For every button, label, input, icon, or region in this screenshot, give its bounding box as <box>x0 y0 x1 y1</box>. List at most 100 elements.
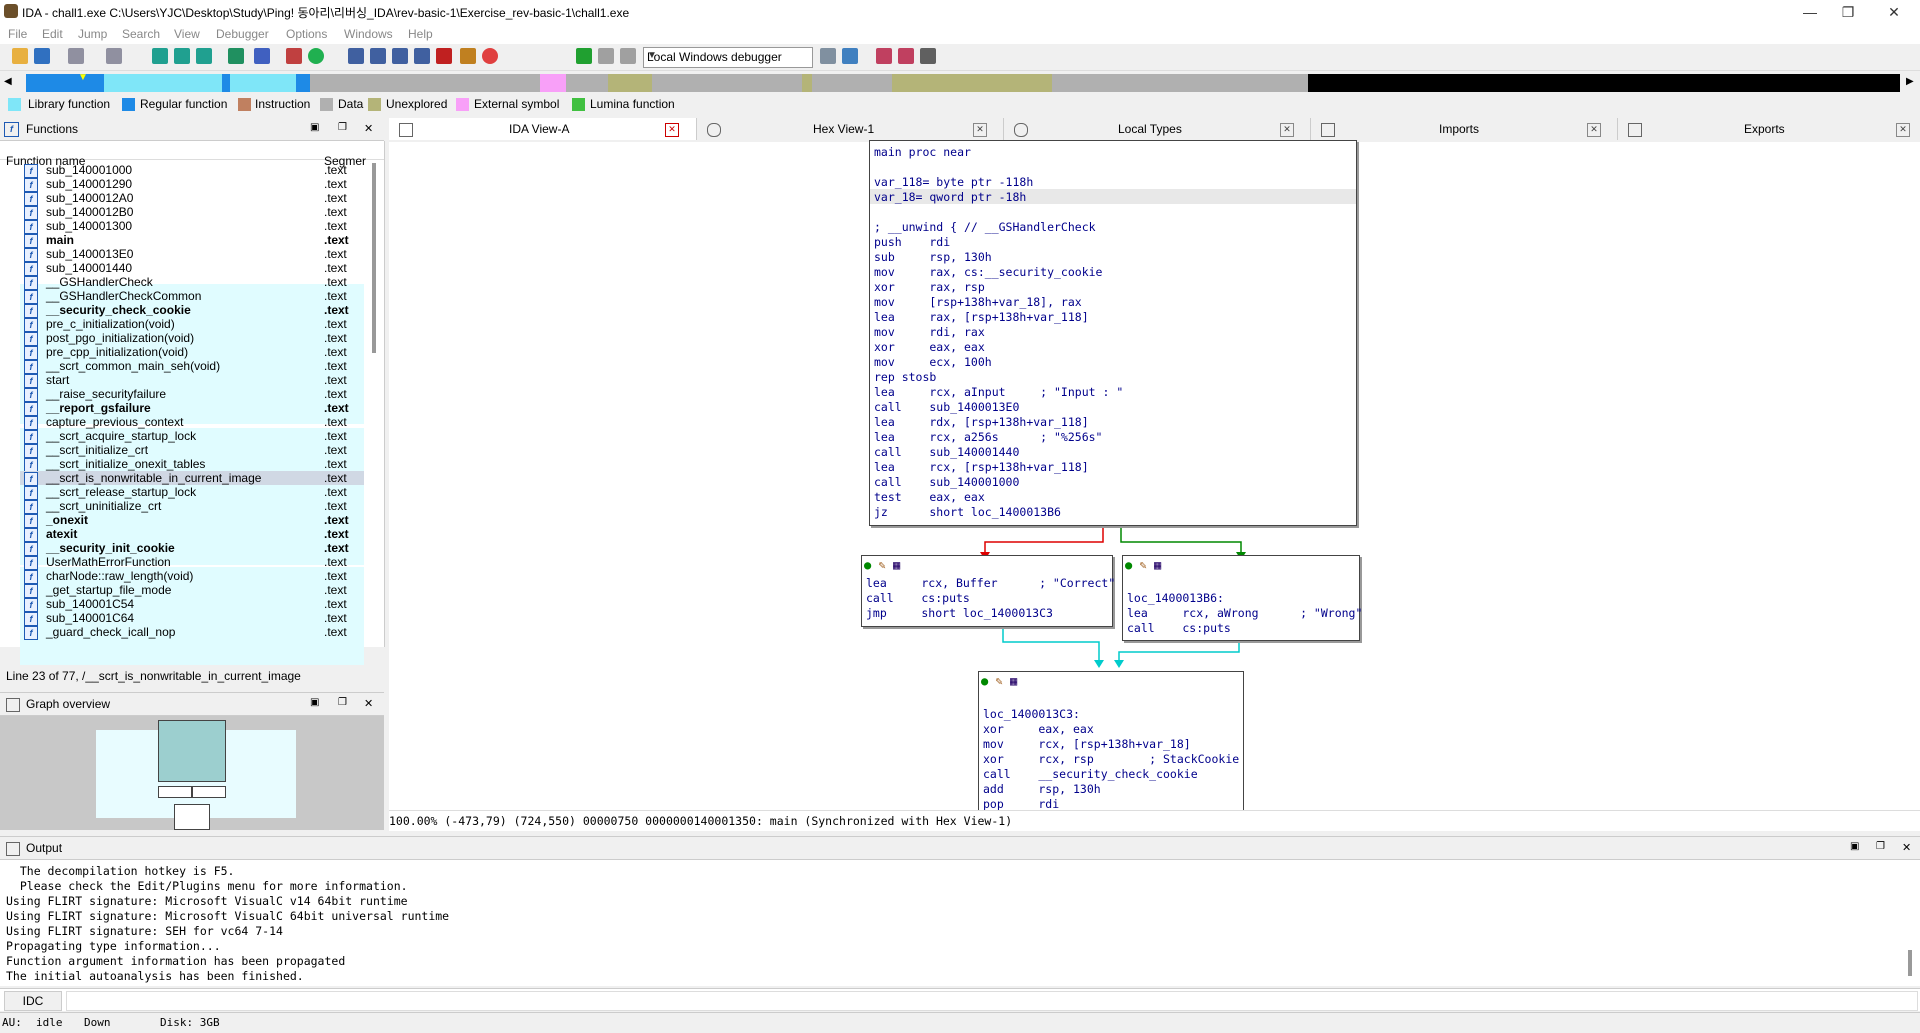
menu-edit[interactable]: Edit <box>42 27 63 41</box>
maximize-button[interactable]: ❐ <box>1826 2 1870 22</box>
function-row[interactable]: f sub_140001300 .text <box>20 219 364 234</box>
menu-help[interactable]: Help <box>408 27 433 41</box>
function-row[interactable]: f __security_init_cookie .text <box>20 541 364 556</box>
asm-line[interactable]: test eax, eax <box>874 490 985 505</box>
asm-line[interactable]: mov [rsp+138h+var_18], rax <box>874 295 1082 310</box>
text-icon[interactable] <box>254 48 270 64</box>
pause-icon[interactable] <box>598 48 614 64</box>
db-2-icon[interactable] <box>370 48 386 64</box>
asm-line[interactable]: var_118= byte ptr -118h <box>874 175 1033 190</box>
asm-line[interactable]: sub rsp, 130h <box>874 250 992 265</box>
save-icon[interactable] <box>34 48 50 64</box>
graph-node-main[interactable]: main proc near var_118= byte ptr -118h var… <box>869 140 1357 526</box>
float-icon[interactable]: ❐ <box>338 697 347 708</box>
function-row[interactable]: f main .text <box>20 233 364 248</box>
float-icon[interactable]: ❐ <box>1876 841 1885 852</box>
db-3-icon[interactable] <box>392 48 408 64</box>
menu-search[interactable]: Search <box>122 27 160 41</box>
asm-line[interactable]: rep stosb <box>874 370 936 385</box>
asm-line[interactable]: mov ecx, 100h <box>874 355 992 370</box>
tab-close-icon[interactable]: ✕ <box>1280 123 1294 137</box>
run-icon[interactable] <box>576 48 592 64</box>
stop-red-icon[interactable] <box>482 48 498 64</box>
terminate-icon[interactable] <box>620 48 636 64</box>
idc-button[interactable]: IDC <box>4 991 62 1011</box>
function-row[interactable]: f sub_1400012A0 .text <box>20 191 364 206</box>
asm-line[interactable]: loc_1400013C3: <box>983 707 1080 722</box>
asm-line[interactable]: xor rax, rsp <box>874 280 985 295</box>
function-row[interactable]: f __scrt_common_main_seh(void) .text <box>20 359 364 374</box>
function-row[interactable]: f sub_140001C54 .text <box>20 597 364 612</box>
graph-node-wrong[interactable]: ● ✎ ▦ loc_1400013B6: lea rcx, aWrong ; "W… <box>1122 555 1362 641</box>
db-4-icon[interactable] <box>414 48 430 64</box>
asm-line[interactable]: jmp short loc_1400013C3 <box>866 606 1053 621</box>
asm-line[interactable]: mov rax, cs:__security_cookie <box>874 265 1102 280</box>
function-row[interactable]: f charNode::raw_length(void) .text <box>20 569 364 584</box>
asm-line[interactable]: call cs:puts <box>866 591 970 606</box>
asm-line[interactable]: xor eax, eax <box>874 340 985 355</box>
function-row[interactable]: f _get_startup_file_mode .text <box>20 583 364 598</box>
graph-node-correct[interactable]: ● ✎ ▦ lea rcx, Buffer ; "Correct" call cs… <box>861 555 1115 627</box>
function-row[interactable]: f __GSHandlerCheck .text <box>20 275 364 290</box>
dbg-1-icon[interactable] <box>820 48 836 64</box>
float-icon[interactable]: ❐ <box>338 122 347 133</box>
output-scrollbar[interactable] <box>1908 950 1912 976</box>
function-row[interactable]: f sub_140001000 .text <box>20 163 364 178</box>
asm-line[interactable]: call sub_1400013E0 <box>874 400 1019 415</box>
forward-icon[interactable] <box>106 48 122 64</box>
function-row[interactable]: f pre_c_initialization(void) .text <box>20 317 364 332</box>
function-row[interactable]: f atexit .text <box>20 527 364 542</box>
tab-close-icon[interactable]: ✕ <box>973 123 987 137</box>
function-row[interactable]: f sub_140001440 .text <box>20 261 364 276</box>
asm-line[interactable]: call sub_140001440 <box>874 445 1019 460</box>
stop-icon[interactable] <box>286 48 302 64</box>
asm-line[interactable]: mov rdi, rax <box>874 325 985 340</box>
breakpoint-icon[interactable] <box>436 48 452 64</box>
function-row[interactable]: f __scrt_uninitialize_crt .text <box>20 499 364 514</box>
function-row[interactable]: f start .text <box>20 373 364 388</box>
globe-icon[interactable] <box>308 48 324 64</box>
menu-view[interactable]: View <box>174 27 200 41</box>
function-row[interactable]: f UserMathErrorFunction .text <box>20 555 364 570</box>
functions-scrollbar[interactable] <box>372 163 376 353</box>
function-row[interactable]: f __scrt_release_startup_lock .text <box>20 485 364 500</box>
graph-overview-canvas[interactable] <box>0 716 384 830</box>
restore-icon[interactable]: ▣ <box>1850 841 1859 852</box>
tab-close-icon[interactable]: ✕ <box>1587 123 1601 137</box>
command-input[interactable] <box>66 991 1918 1011</box>
function-row[interactable]: f sub_140001C64 .text <box>20 611 364 626</box>
dbg-2-icon[interactable] <box>842 48 858 64</box>
tab-close-icon[interactable]: ✕ <box>665 123 679 137</box>
function-row[interactable]: f __raise_securityfailure .text <box>20 387 364 402</box>
tab-imports[interactable]: Imports ✕ <box>1311 118 1618 140</box>
restore-icon[interactable]: ▣ <box>310 697 319 708</box>
nav-left-icon[interactable]: ◀ <box>4 76 12 87</box>
tab-ida-view-a[interactable]: IDA View-A ✕ <box>389 118 697 140</box>
panel-close-icon[interactable]: ✕ <box>364 122 373 135</box>
function-row[interactable]: f capture_previous_context .text <box>20 415 364 430</box>
list-2-icon[interactable] <box>898 48 914 64</box>
debugger-select[interactable]: Local Windows debugger ▼ <box>643 47 813 68</box>
asm-line[interactable]: call cs:puts <box>1127 621 1231 636</box>
function-row[interactable]: f sub_140001290 .text <box>20 177 364 192</box>
jump-icon[interactable] <box>228 48 244 64</box>
nav-1-icon[interactable] <box>152 48 168 64</box>
tool-icon[interactable] <box>460 48 476 64</box>
back-icon[interactable] <box>68 48 84 64</box>
function-row[interactable]: f __scrt_initialize_crt .text <box>20 443 364 458</box>
asm-line[interactable]: lea rcx, a256s ; "%256s" <box>874 430 1102 445</box>
asm-line[interactable]: xor rcx, rsp ; StackCookie <box>983 752 1239 767</box>
list-1-icon[interactable] <box>876 48 892 64</box>
function-row[interactable]: f sub_1400012B0 .text <box>20 205 364 220</box>
tab-hex-view-1[interactable]: Hex View-1 ✕ <box>697 118 1004 140</box>
menu-options[interactable]: Options <box>286 27 327 41</box>
asm-line[interactable]: lea rcx, Buffer ; "Correct" <box>866 576 1115 591</box>
tab-close-icon[interactable]: ✕ <box>1896 123 1910 137</box>
asm-line[interactable]: lea rdx, [rsp+138h+var_118] <box>874 415 1089 430</box>
asm-line[interactable]: ; __unwind { // __GSHandlerCheck <box>874 220 1096 235</box>
asm-line[interactable]: jz short loc_1400013B6 <box>874 505 1061 520</box>
function-row[interactable]: f _onexit .text <box>20 513 364 528</box>
function-row[interactable]: f __GSHandlerCheckCommon .text <box>20 289 364 304</box>
nav-3-icon[interactable] <box>196 48 212 64</box>
asm-line[interactable]: var_18= qword ptr -18h <box>874 190 1026 205</box>
